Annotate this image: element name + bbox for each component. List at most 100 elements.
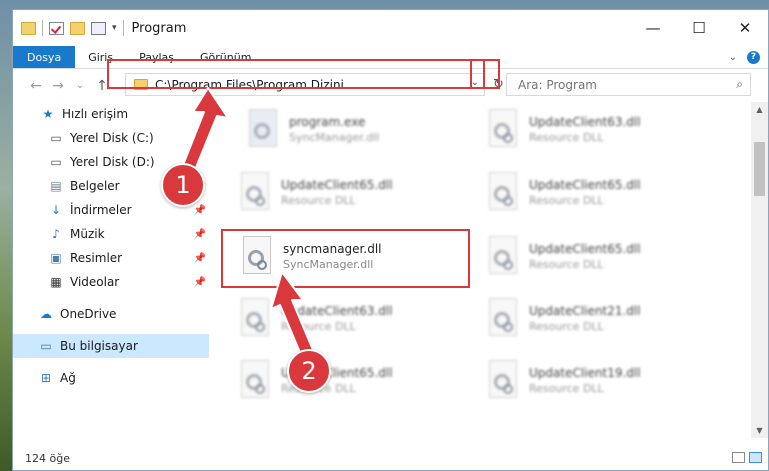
- dll-file-icon: [483, 234, 523, 280]
- help-icon[interactable]: ?: [747, 50, 760, 64]
- sidebar-item-label: Bu bilgisayar: [60, 339, 138, 353]
- pin-icon[interactable]: 📌: [194, 229, 206, 240]
- back-button[interactable]: ←: [25, 78, 47, 94]
- sidebar-item-network[interactable]: ⊞ Ağ: [13, 366, 209, 390]
- file-description: Resource DLL: [529, 258, 604, 271]
- sidebar-item-pictures[interactable]: ▣ Resimler 📌: [13, 246, 209, 270]
- file-item[interactable]: program.exe SyncManager.dll: [243, 107, 483, 163]
- folder-icon: [21, 21, 36, 35]
- ribbon-right: ⌄ ?: [729, 46, 760, 68]
- customize-icon[interactable]: [91, 21, 106, 35]
- dll-file-icon: [235, 296, 275, 342]
- file-name: UpdateClient65.dll: [529, 178, 641, 192]
- file-name: program.exe: [289, 115, 366, 129]
- file-item[interactable]: UpdateClient65.dll Resource DLL: [235, 170, 475, 226]
- music-icon: ♪: [52, 227, 60, 241]
- dll-file-icon: [483, 107, 523, 153]
- file-description: SyncManager.dll: [289, 131, 380, 144]
- file-item[interactable]: UpdateClient63.dll Resource DLL: [483, 107, 723, 163]
- details-view-icon[interactable]: [732, 452, 745, 463]
- quick-access-toolbar: ▾: [13, 20, 124, 36]
- sidebar-item-label: Belgeler: [70, 179, 120, 193]
- videos-icon: ▦: [50, 275, 62, 289]
- file-name: UpdateClient63.dll: [281, 304, 393, 318]
- forward-button[interactable]: →: [47, 78, 69, 94]
- network-icon: ⊞: [40, 371, 52, 385]
- sidebar-item-label: OneDrive: [60, 307, 117, 321]
- file-name: UpdateClient65.dll: [529, 242, 641, 256]
- refresh-highlight-box: [470, 59, 500, 89]
- sidebar-item-this-pc[interactable]: ▭ Bu bilgisayar: [13, 334, 209, 358]
- pin-icon[interactable]: 📌: [194, 205, 206, 216]
- search-box[interactable]: ⌕: [506, 73, 751, 96]
- dll-file-icon: [483, 170, 523, 216]
- step-2-badge: 2: [287, 349, 331, 393]
- pin-icon[interactable]: 📌: [194, 277, 206, 288]
- file-name: UpdateClient65.dll: [281, 178, 393, 192]
- sidebar-item-quick-access[interactable]: ★ Hızlı erişim: [13, 102, 209, 126]
- star-icon: ★: [42, 107, 54, 121]
- recent-locations-button[interactable]: ⌄: [69, 80, 91, 91]
- file-name: UpdateClient21.dll: [529, 304, 641, 318]
- sidebar-item-music[interactable]: ♪ Müzik 📌: [13, 222, 209, 246]
- chevron-down-icon[interactable]: ▾: [112, 23, 117, 33]
- file-item[interactable]: UpdateClient21.dll Resource DLL: [483, 296, 723, 352]
- title-bar: ▾ Program — ☐ ✕: [13, 10, 768, 46]
- toolbar-divider: [122, 20, 124, 36]
- file-highlight-box: [221, 229, 470, 288]
- search-input[interactable]: [516, 76, 730, 93]
- scroll-up-icon[interactable]: ▲: [751, 105, 768, 114]
- file-description: Resource DLL: [529, 131, 604, 144]
- close-button[interactable]: ✕: [722, 10, 768, 46]
- item-count: 124 öğe: [25, 451, 70, 465]
- file-description: Resource DLL: [281, 194, 356, 207]
- file-item[interactable]: UpdateClient63.dll Resource DLL: [235, 296, 475, 352]
- file-name: UpdateClient63.dll: [529, 115, 641, 129]
- dll-file-icon: [235, 170, 275, 216]
- large-icons-view-icon[interactable]: [749, 452, 762, 463]
- dll-file-icon: [483, 358, 523, 404]
- minimize-button[interactable]: —: [630, 10, 676, 46]
- maximize-button[interactable]: ☐: [676, 10, 722, 46]
- sidebar-item-label: Videolar: [70, 275, 120, 289]
- window-title: Program: [131, 20, 187, 36]
- drive-icon: ▭: [50, 131, 62, 145]
- file-description: Resource DLL: [281, 320, 356, 333]
- file-item[interactable]: UpdateClient65.dll Resource DLL: [483, 234, 723, 290]
- toolbar-divider: [42, 20, 43, 36]
- address-highlight-box: [107, 59, 485, 89]
- window-controls: — ☐ ✕: [630, 10, 768, 46]
- sidebar-item-label: Ağ: [60, 371, 76, 385]
- file-item[interactable]: UpdateClient19.dll Resource DLL: [483, 358, 723, 414]
- sidebar-item-videos[interactable]: ▦ Videolar 📌: [13, 270, 209, 294]
- dll-file-icon: [235, 358, 275, 404]
- computer-icon: ▭: [40, 339, 52, 353]
- sidebar-item-onedrive[interactable]: ☁ OneDrive: [13, 302, 209, 326]
- pictures-icon: ▣: [50, 251, 62, 265]
- search-icon: ⌕: [736, 77, 743, 91]
- file-description: Resource DLL: [529, 194, 604, 207]
- scrollbar-thumb[interactable]: [754, 142, 765, 196]
- vertical-scrollbar[interactable]: ▲ ▼: [751, 102, 768, 438]
- scroll-down-icon[interactable]: ▼: [751, 426, 768, 435]
- file-name: UpdateClient19.dll: [529, 366, 641, 380]
- sidebar-item-label: İndirmeler: [70, 203, 132, 217]
- sidebar-item-label: Yerel Disk (C:): [70, 131, 154, 145]
- tab-file[interactable]: Dosya: [13, 46, 76, 68]
- file-description: Resource DLL: [529, 320, 604, 333]
- file-description: Resource DLL: [529, 382, 604, 395]
- documents-icon: ▤: [50, 179, 62, 193]
- drive-icon: ▭: [50, 155, 62, 169]
- sidebar-item-label: Yerel Disk (D:): [70, 155, 155, 169]
- pin-icon[interactable]: 📌: [194, 253, 206, 264]
- sidebar-item-label: Müzik: [70, 227, 105, 241]
- properties-icon[interactable]: [49, 21, 64, 35]
- file-item[interactable]: UpdateClient65.dllResource DLL: [235, 358, 475, 414]
- navigation-pane: ★ Hızlı erişim ▭ Yerel Disk (C:) ▭ Yerel…: [13, 102, 209, 442]
- file-item[interactable]: UpdateClient65.dll Resource DLL: [483, 170, 723, 226]
- downloads-icon: ↓: [50, 203, 62, 217]
- expand-ribbon-icon[interactable]: ⌄: [729, 52, 737, 63]
- sidebar-item-drive-c[interactable]: ▭ Yerel Disk (C:): [13, 126, 209, 150]
- new-folder-icon[interactable]: [70, 21, 85, 35]
- view-switcher: [732, 452, 762, 463]
